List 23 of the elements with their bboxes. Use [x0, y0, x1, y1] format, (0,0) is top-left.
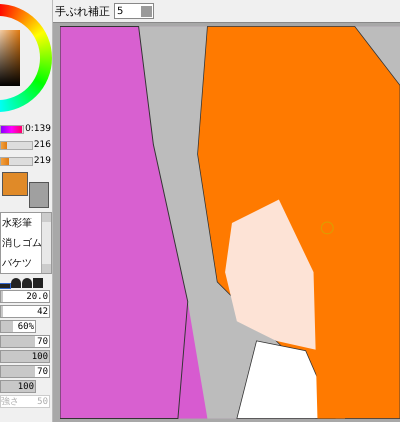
- brush-shape-icon[interactable]: [22, 278, 32, 288]
- tool-item[interactable]: 消しゴム: [1, 233, 41, 253]
- scrollbar[interactable]: [41, 213, 51, 273]
- setting-slider[interactable]: 42: [0, 305, 50, 318]
- slider-value: 219: [34, 156, 51, 166]
- slider-value: 216: [34, 140, 51, 150]
- tool-item[interactable]: 水彩筆: [1, 213, 41, 233]
- color-slider[interactable]: [0, 124, 24, 134]
- setting-slider[interactable]: 100: [0, 350, 50, 363]
- stabilizer-label: 手ぶれ補正: [55, 4, 110, 18]
- tool-item[interactable]: バケツ: [1, 253, 41, 273]
- setting-slider[interactable]: 60%: [0, 320, 36, 333]
- stabilizer-dropdown[interactable]: 5: [114, 3, 154, 19]
- color-slider[interactable]: [0, 156, 33, 166]
- setting-slider[interactable]: 100: [0, 380, 36, 393]
- primary-color-swatch[interactable]: [2, 172, 28, 196]
- setting-slider[interactable]: 70: [0, 365, 50, 378]
- setting-slider[interactable]: 70: [0, 335, 50, 348]
- secondary-color-swatch[interactable]: [29, 182, 49, 208]
- slider-value: 0:139: [25, 124, 51, 134]
- setting-slider[interactable]: 20.0: [0, 290, 50, 303]
- brush-shape-icon[interactable]: [11, 278, 21, 288]
- color-slider[interactable]: [0, 140, 33, 150]
